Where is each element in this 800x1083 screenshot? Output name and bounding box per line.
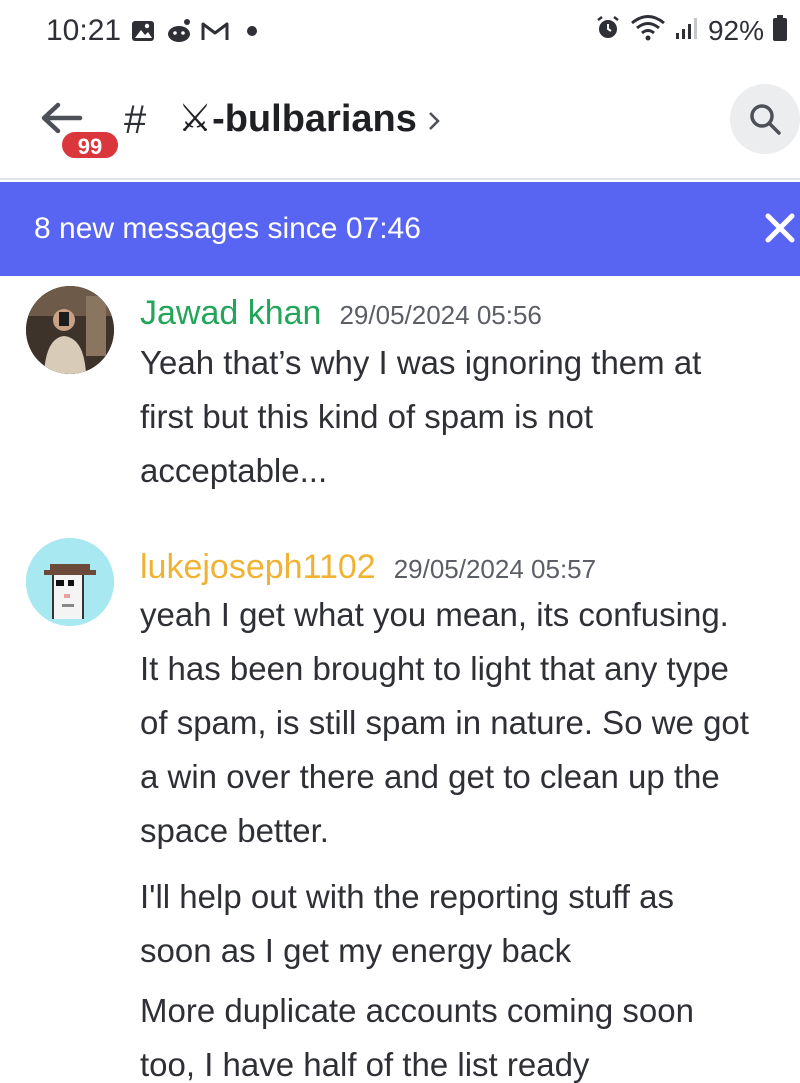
message-content: yeah I get what you mean, its confusing.… xyxy=(140,588,800,858)
message-content: Yeah that’s why I was ignoring them at f… xyxy=(140,336,800,498)
username[interactable]: Jawad khan xyxy=(140,294,321,333)
search-button[interactable] xyxy=(730,84,800,154)
followup-message-content: I'll help out with the reporting stuff a… xyxy=(140,870,800,978)
message-line: too, I have half of the list ready xyxy=(140,1046,590,1083)
alarm-icon xyxy=(594,14,622,47)
timestamp: 29/05/2024 05:57 xyxy=(393,554,597,584)
message-line: Yeah that’s why I was ignoring them at xyxy=(140,344,702,381)
wifi-icon xyxy=(630,14,666,47)
message-line: It has been brought to light that any ty… xyxy=(140,650,729,687)
message-line: space better. xyxy=(140,812,329,849)
message-header: Jawad khan 29/05/2024 05:56 xyxy=(140,294,542,333)
chevron-right-icon xyxy=(428,111,440,130)
message-line: More duplicate accounts coming soon xyxy=(140,992,694,1029)
new-messages-text: 8 new messages since 07:46 xyxy=(34,212,421,245)
username[interactable]: lukejoseph1102 xyxy=(140,548,376,587)
avatar[interactable] xyxy=(26,286,114,374)
message-line: I'll help out with the reporting stuff a… xyxy=(140,878,674,915)
message-header: lukejoseph1102 29/05/2024 05:57 xyxy=(140,548,596,587)
gallery-icon xyxy=(130,18,156,49)
avatar[interactable] xyxy=(26,538,114,626)
channel-header: 99 # ⚔-bulbarians xyxy=(0,64,800,180)
gmail-icon xyxy=(200,18,230,49)
unread-badge: 99 xyxy=(60,130,120,160)
followup-message-content: More duplicate accounts coming soon too,… xyxy=(140,984,800,1083)
battery-icon xyxy=(772,14,788,47)
channel-title[interactable]: ⚔-bulbarians xyxy=(178,96,441,141)
signal-icon xyxy=(674,15,700,46)
channel-hash-icon: # xyxy=(124,98,147,142)
message-line: yeah I get what you mean, its confusing. xyxy=(140,596,729,633)
message-line: acceptable... xyxy=(140,452,328,489)
search-icon xyxy=(750,104,781,135)
status-time: 10:21 xyxy=(46,14,122,47)
timestamp: 29/05/2024 05:56 xyxy=(339,300,542,330)
battery-percent: 92% xyxy=(707,14,764,46)
message-line: a win over there and get to clean up the xyxy=(140,758,720,795)
channel-name: ⚔-bulbarians xyxy=(178,98,417,140)
dot-icon xyxy=(246,24,258,42)
avatar-photo xyxy=(26,286,114,374)
status-right: 92% xyxy=(594,14,788,47)
avatar-pixel-art xyxy=(26,538,114,626)
banner-close-button[interactable] xyxy=(762,210,798,246)
message-list[interactable]: Jawad khan 29/05/2024 05:56 Yeah that’s … xyxy=(0,276,800,1083)
message-line: first but this kind of spam is not xyxy=(140,398,594,435)
message-line: soon as I get my energy back xyxy=(140,932,572,969)
status-bar: 10:21 92% xyxy=(0,0,800,64)
close-icon xyxy=(765,213,795,243)
new-messages-banner[interactable]: 8 new messages since 07:46 xyxy=(0,182,800,276)
message-line: of spam, is still spam in nature. So we … xyxy=(140,704,749,741)
reddit-icon xyxy=(164,18,194,49)
